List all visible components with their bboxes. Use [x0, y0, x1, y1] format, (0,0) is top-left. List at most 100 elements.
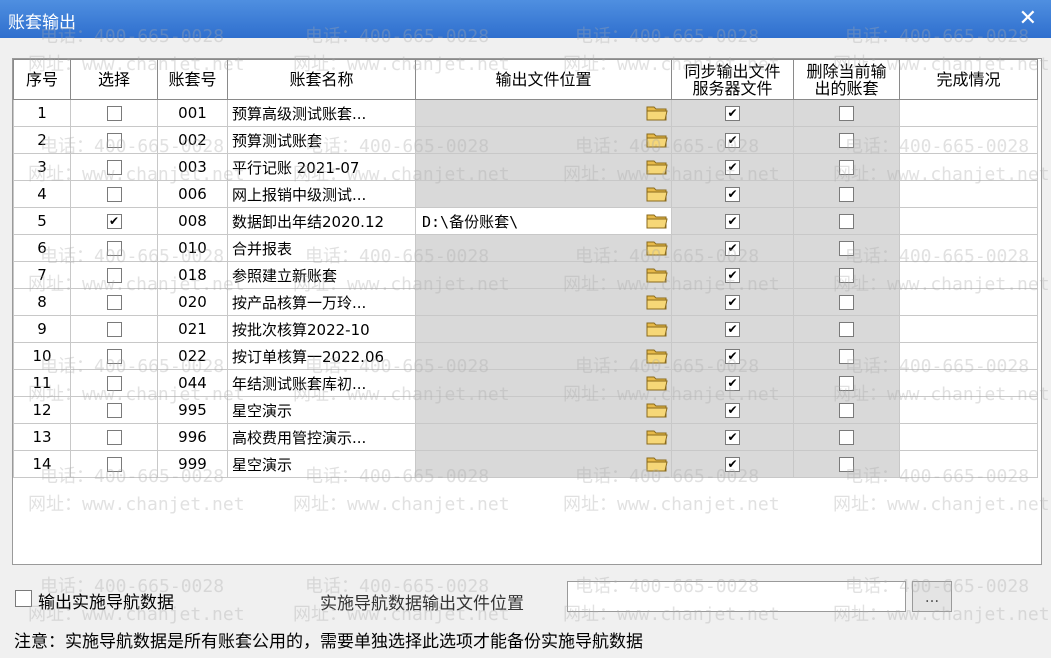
row-delete-cell[interactable]: [793, 369, 900, 397]
folder-icon[interactable]: [646, 104, 668, 121]
table-row[interactable]: 4 006 网上报销中级测试...: [13, 180, 1038, 208]
table-row[interactable]: 6 010 合并报表: [13, 234, 1038, 262]
row-select-checkbox[interactable]: [106, 214, 122, 229]
row-path-cell[interactable]: [415, 234, 672, 262]
row-sync-checkbox[interactable]: [725, 268, 740, 283]
row-select-checkbox[interactable]: [106, 160, 122, 175]
row-path-cell[interactable]: [415, 288, 672, 316]
row-select-checkbox[interactable]: [106, 322, 122, 337]
row-select-checkbox[interactable]: [106, 295, 122, 310]
row-sync-cell[interactable]: [671, 396, 794, 424]
row-select-cell[interactable]: [70, 153, 158, 181]
row-select-cell[interactable]: [70, 342, 158, 370]
row-sync-cell[interactable]: [671, 261, 794, 289]
table-row[interactable]: 11 044 年结测试账套库初...: [13, 369, 1038, 397]
row-select-checkbox[interactable]: [106, 187, 122, 202]
row-select-cell[interactable]: [70, 180, 158, 208]
row-sync-checkbox[interactable]: [725, 457, 740, 472]
row-sync-checkbox[interactable]: [725, 322, 740, 337]
row-sync-checkbox[interactable]: [725, 133, 740, 148]
row-sync-checkbox[interactable]: [725, 349, 740, 364]
row-sync-cell[interactable]: [671, 342, 794, 370]
table-row[interactable]: 9 021 按批次核算2022-10: [13, 315, 1038, 343]
row-select-cell[interactable]: [70, 234, 158, 262]
nav-data-checkbox[interactable]: [15, 589, 32, 607]
table-row[interactable]: 1 001 预算高级测试账套...: [13, 99, 1038, 127]
table-row[interactable]: 3 003 平行记账 2021-07: [13, 153, 1038, 181]
row-delete-cell[interactable]: [793, 153, 900, 181]
row-path-cell[interactable]: [415, 396, 672, 424]
row-sync-cell[interactable]: [671, 288, 794, 316]
row-delete-checkbox[interactable]: [839, 457, 854, 472]
table-row[interactable]: 7 018 参照建立新账套: [13, 261, 1038, 289]
row-sync-checkbox[interactable]: [725, 295, 740, 310]
row-sync-checkbox[interactable]: [725, 187, 740, 202]
row-select-checkbox[interactable]: [106, 376, 122, 391]
folder-icon[interactable]: [646, 455, 668, 472]
row-select-cell[interactable]: [70, 126, 158, 154]
folder-icon[interactable]: [646, 401, 668, 418]
row-select-cell[interactable]: [70, 423, 158, 451]
row-select-cell[interactable]: [70, 315, 158, 343]
row-path-cell[interactable]: [415, 99, 672, 127]
row-delete-cell[interactable]: [793, 423, 900, 451]
row-delete-cell[interactable]: [793, 126, 900, 154]
row-select-checkbox[interactable]: [106, 241, 122, 256]
row-select-cell[interactable]: [70, 450, 158, 478]
row-select-checkbox[interactable]: [106, 430, 122, 445]
row-delete-checkbox[interactable]: [839, 295, 854, 310]
row-delete-cell[interactable]: [793, 99, 900, 127]
table-row[interactable]: 14 999 星空演示: [13, 450, 1038, 478]
folder-icon[interactable]: [646, 239, 668, 256]
row-sync-cell[interactable]: [671, 180, 794, 208]
row-sync-cell[interactable]: [671, 153, 794, 181]
table-row[interactable]: 5 008数据卸出年结2020.12 D:\备份账套\: [13, 207, 1038, 235]
row-select-checkbox[interactable]: [106, 349, 122, 364]
folder-icon[interactable]: [646, 320, 668, 337]
nav-data-checkbox-box[interactable]: [15, 590, 32, 607]
row-sync-checkbox[interactable]: [725, 403, 740, 418]
folder-icon[interactable]: [646, 185, 668, 202]
row-select-checkbox[interactable]: [106, 268, 122, 283]
row-sync-checkbox[interactable]: [725, 241, 740, 256]
row-sync-checkbox[interactable]: [725, 430, 740, 445]
row-path-cell[interactable]: [415, 369, 672, 397]
row-sync-cell[interactable]: [671, 234, 794, 262]
row-path-cell[interactable]: [415, 342, 672, 370]
row-sync-checkbox[interactable]: [725, 214, 740, 229]
row-delete-checkbox[interactable]: [839, 322, 854, 337]
row-select-checkbox[interactable]: [106, 106, 122, 121]
row-delete-cell[interactable]: [793, 450, 900, 478]
row-sync-cell[interactable]: [671, 315, 794, 343]
row-delete-checkbox[interactable]: [839, 133, 854, 148]
folder-icon[interactable]: [646, 347, 668, 364]
row-select-checkbox[interactable]: [106, 457, 122, 472]
row-delete-checkbox[interactable]: [839, 376, 854, 391]
row-delete-cell[interactable]: [793, 342, 900, 370]
row-sync-cell[interactable]: [671, 126, 794, 154]
row-select-checkbox[interactable]: [106, 403, 122, 418]
row-delete-checkbox[interactable]: [839, 268, 854, 283]
row-delete-cell[interactable]: [793, 396, 900, 424]
row-sync-cell[interactable]: [671, 423, 794, 451]
row-path-cell[interactable]: [415, 180, 672, 208]
row-path-cell[interactable]: [415, 126, 672, 154]
table-row[interactable]: 13 996 高校费用管控演示...: [13, 423, 1038, 451]
close-icon[interactable]: ✕: [1019, 6, 1037, 31]
row-path-cell[interactable]: [415, 315, 672, 343]
row-select-cell[interactable]: [70, 99, 158, 127]
folder-icon[interactable]: [646, 293, 668, 310]
row-select-checkbox[interactable]: [106, 133, 122, 148]
row-sync-cell[interactable]: [671, 450, 794, 478]
row-delete-checkbox[interactable]: [839, 403, 854, 418]
folder-icon[interactable]: [646, 158, 668, 175]
row-delete-cell[interactable]: [793, 315, 900, 343]
row-path-cell[interactable]: D:\备份账套\: [415, 207, 672, 235]
row-select-cell[interactable]: [70, 288, 158, 316]
folder-icon[interactable]: [646, 266, 668, 283]
row-delete-cell[interactable]: [793, 261, 900, 289]
row-select-cell[interactable]: [70, 207, 158, 235]
folder-icon[interactable]: [646, 131, 668, 148]
row-sync-checkbox[interactable]: [725, 376, 740, 391]
folder-icon[interactable]: [646, 374, 668, 391]
